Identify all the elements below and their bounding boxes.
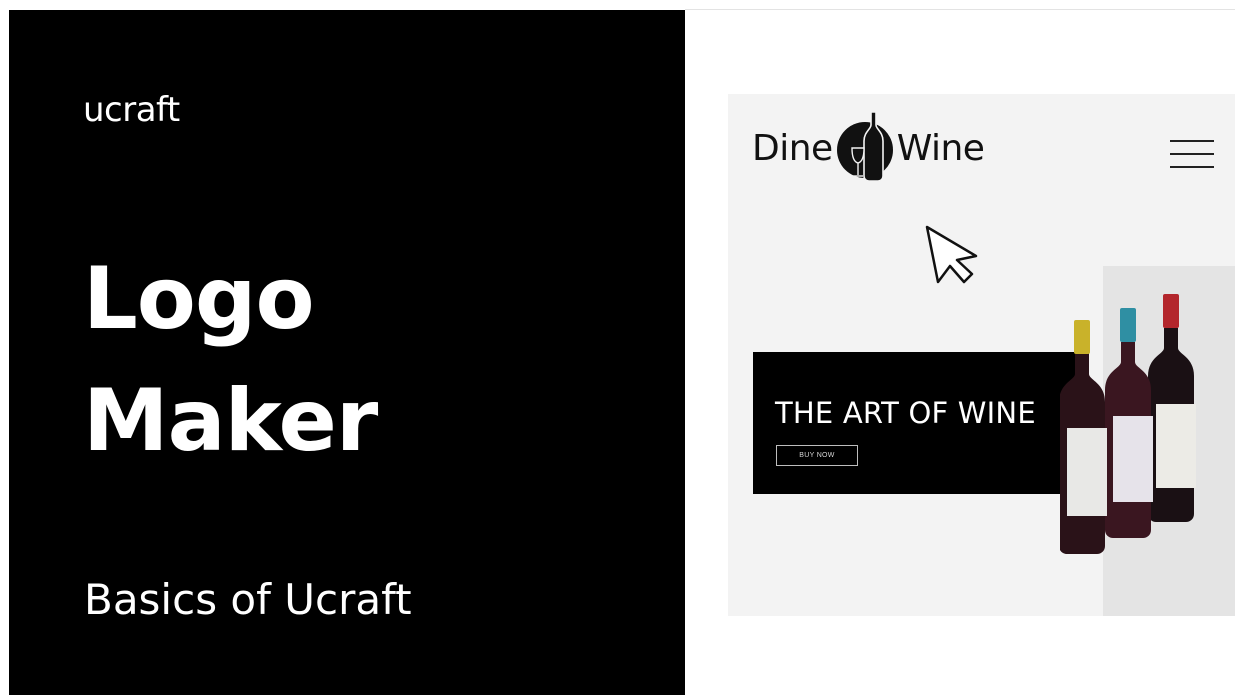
wine-bottle-front (1060, 320, 1107, 554)
dine-wine-logo[interactable]: Dine Wine (752, 112, 985, 184)
title-line-2: Maker (83, 371, 378, 471)
brand-logo: ucraft (83, 90, 180, 130)
mouse-pointer-icon (925, 225, 978, 284)
logo-word-right: Wine (896, 127, 985, 169)
wine-bottles-image (1060, 294, 1196, 554)
wine-bottle-glass-emblem-icon (836, 112, 893, 182)
buy-now-button[interactable]: BUY NOW (776, 445, 858, 466)
hero-title: THE ART OF WINE (775, 396, 1036, 430)
hamburger-menu-icon[interactable] (1170, 140, 1214, 170)
wine-bottle-back (1148, 294, 1196, 522)
page-title: Logo Maker (83, 238, 378, 482)
website-preview: Dine Wine THE ART OF WINE BUY NOW (728, 94, 1235, 616)
logo-word-left: Dine (752, 127, 833, 169)
subtitle: Basics of Ucraft (84, 575, 412, 624)
wine-bottle-middle (1105, 308, 1153, 538)
hero-banner: THE ART OF WINE BUY NOW (753, 352, 1089, 494)
title-line-1: Logo (83, 249, 315, 349)
left-panel: ucraft Logo Maker Basics of Ucraft (9, 10, 685, 695)
top-divider (685, 9, 1235, 10)
